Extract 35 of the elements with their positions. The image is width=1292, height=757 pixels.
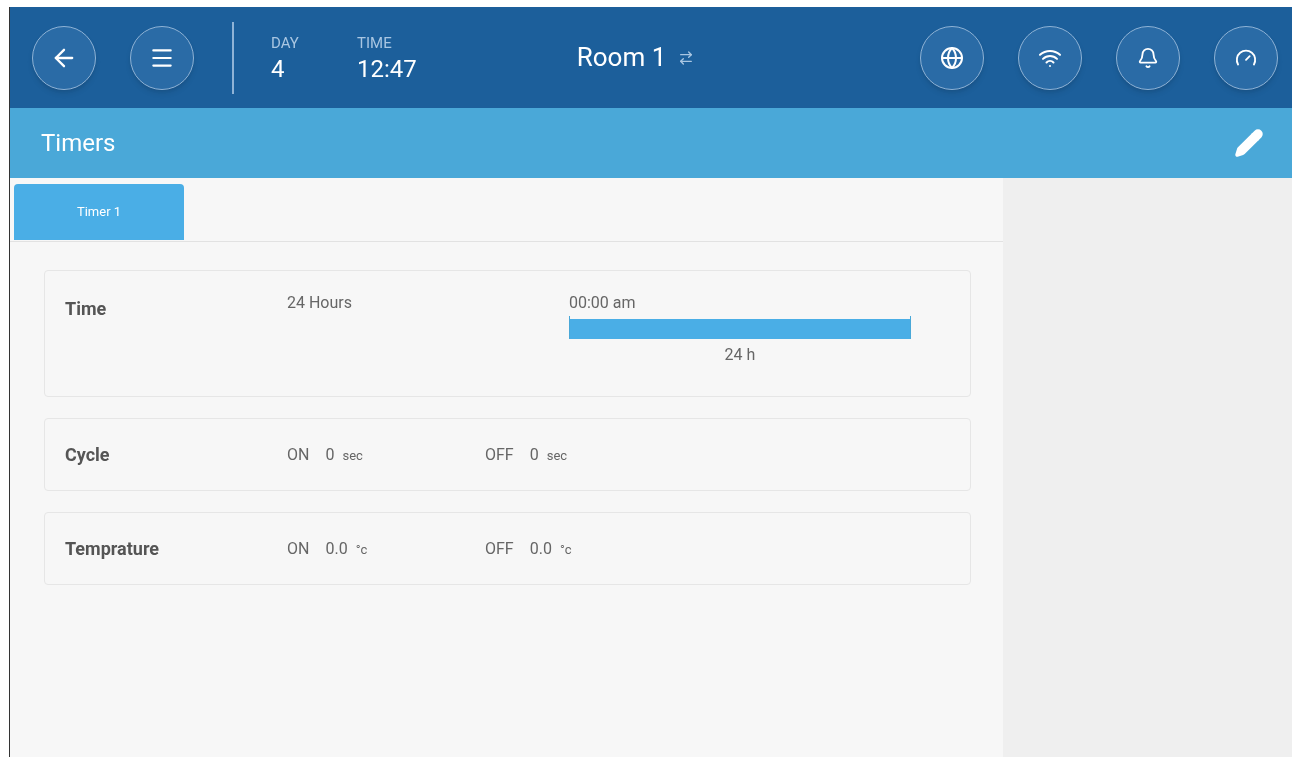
row-label: Cycle	[65, 443, 111, 467]
off-label: OFF	[485, 537, 514, 560]
time-value: 12:47	[357, 54, 417, 83]
unit-text: °c	[559, 540, 572, 559]
bell-button[interactable]	[1116, 25, 1180, 90]
bell-icon	[1137, 46, 1159, 69]
off-value: 0.0	[529, 537, 552, 560]
room-selector[interactable]: Room 1	[576, 38, 695, 77]
row-label: Temprature	[65, 537, 161, 561]
page-title: Timers	[41, 128, 116, 159]
day-value: 4	[271, 54, 286, 83]
wifi-button[interactable]	[1018, 25, 1082, 90]
edit-button[interactable]	[1234, 128, 1264, 158]
gauge-button[interactable]	[1214, 25, 1278, 90]
off-label: OFF	[485, 443, 514, 466]
start-time-text: 00:00 am	[569, 292, 637, 314]
on-value: 0.0	[325, 537, 348, 560]
off-value: 0	[529, 443, 539, 466]
pencil-icon	[1234, 128, 1264, 158]
duration-text: 24 Hours	[287, 292, 353, 314]
span-text: 24 h	[724, 344, 756, 366]
menu-button[interactable]	[130, 25, 194, 90]
swap-icon	[678, 49, 695, 66]
on-label: ON	[287, 537, 310, 560]
on-label: ON	[287, 443, 310, 466]
row-label: Time	[65, 297, 108, 321]
unit-text: °c	[355, 540, 368, 559]
time-label: TIME	[357, 33, 393, 55]
unit-text: sec	[342, 446, 363, 465]
on-value: 0	[325, 443, 335, 466]
day-label: DAY	[271, 33, 300, 55]
back-button[interactable]	[32, 25, 96, 90]
globe-button[interactable]	[920, 25, 984, 90]
globe-icon	[940, 45, 964, 70]
unit-text: sec	[546, 446, 568, 465]
